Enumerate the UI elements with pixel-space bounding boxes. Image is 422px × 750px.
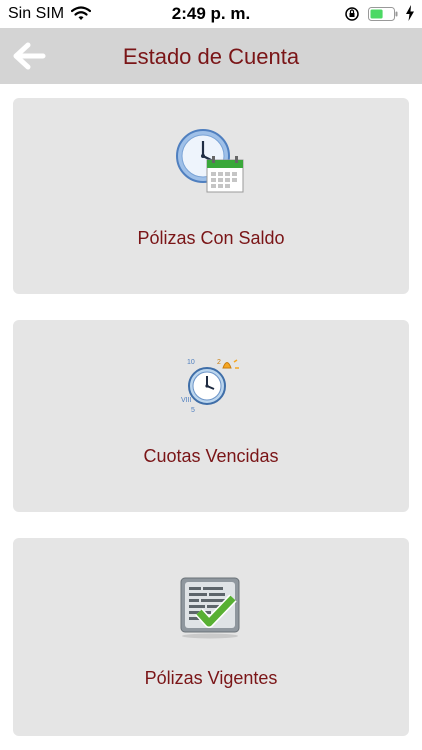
svg-text:5: 5 xyxy=(191,407,195,414)
card-label: Pólizas Con Saldo xyxy=(137,228,285,248)
svg-text:10: 10 xyxy=(187,359,195,366)
clock-calendar-icon xyxy=(176,129,244,193)
charging-bolt-icon xyxy=(406,5,414,21)
svg-text:VIII: VIII xyxy=(181,397,192,404)
card-polizas-vigentes[interactable]: Pólizas Vigentes xyxy=(13,538,409,736)
card-polizas-con-saldo[interactable]: Pólizas Con Saldo xyxy=(13,98,409,294)
card-label: Cuotas Vencidas xyxy=(143,446,279,466)
document-check-icon xyxy=(180,577,240,639)
card-cuotas-vencidas[interactable]: 10 VIII 5 2 Cuotas Vencidas xyxy=(13,320,409,512)
battery-icon xyxy=(368,7,398,21)
status-bar: Sin SIM 2:49 p. m. xyxy=(0,0,422,28)
card-label: Pólizas Vigentes xyxy=(144,668,278,688)
svg-text:2: 2 xyxy=(217,359,221,366)
orientation-lock-icon xyxy=(345,7,359,21)
header-bar: Estado de Cuenta xyxy=(0,28,422,84)
alarm-clock-icon: 10 VIII 5 2 xyxy=(181,359,239,414)
page-title: Estado de Cuenta xyxy=(122,44,300,69)
